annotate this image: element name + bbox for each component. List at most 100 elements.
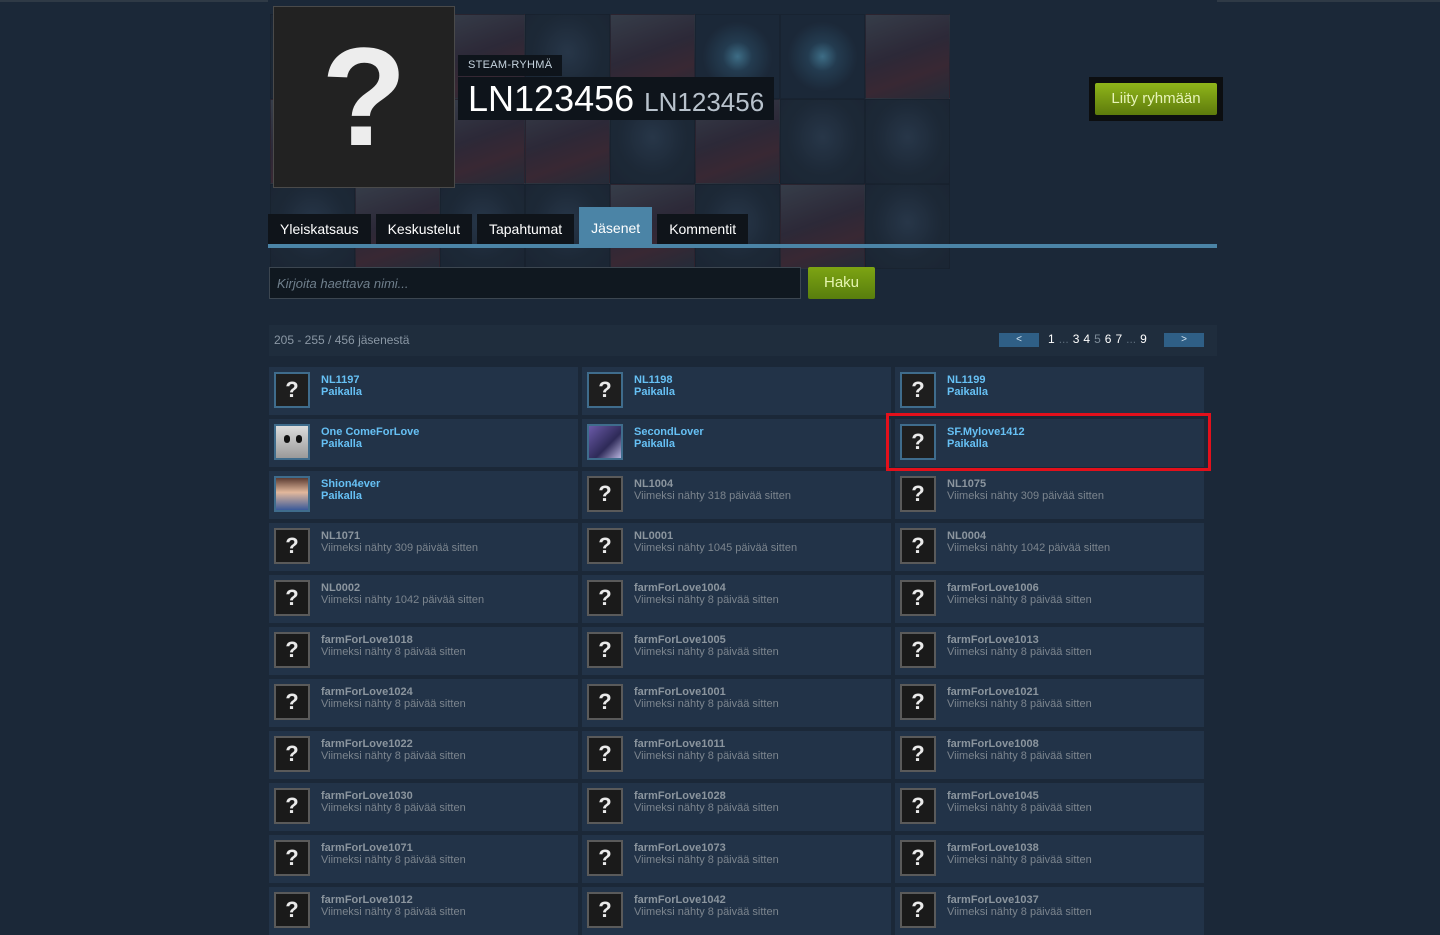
- member-card[interactable]: ? NL1198 Paikalla: [582, 367, 891, 415]
- member-name[interactable]: farmForLove1024: [321, 686, 413, 698]
- page-link[interactable]: 4: [1083, 332, 1090, 346]
- member-name[interactable]: farmForLove1006: [947, 582, 1039, 594]
- member-avatar[interactable]: ?: [587, 372, 623, 408]
- member-name[interactable]: farmForLove1028: [634, 790, 726, 802]
- member-card[interactable]: ? farmForLove1008 Viimeksi nähty 8 päivää …: [895, 731, 1204, 779]
- page-link[interactable]: 9: [1140, 332, 1147, 346]
- member-card[interactable]: ? farmForLove1037 Viimeksi nähty 8 päivää …: [895, 887, 1204, 935]
- member-name[interactable]: farmForLove1001: [634, 686, 726, 698]
- member-name[interactable]: farmForLove1004: [634, 582, 726, 594]
- join-group-button[interactable]: Liity ryhmään: [1095, 83, 1217, 115]
- member-avatar[interactable]: ?: [900, 788, 936, 824]
- member-avatar[interactable]: ?: [274, 580, 310, 616]
- member-card[interactable]: ? farmForLove1011 Viimeksi nähty 8 päivää …: [582, 731, 891, 779]
- member-avatar[interactable]: ?: [587, 840, 623, 876]
- member-name[interactable]: farmForLove1008: [947, 738, 1039, 750]
- member-card[interactable]: ? farmForLove1004 Viimeksi nähty 8 päivää …: [582, 575, 891, 623]
- member-avatar[interactable]: ?: [587, 684, 623, 720]
- member-card[interactable]: ? farmForLove1001 Viimeksi nähty 8 päivää …: [582, 679, 891, 727]
- member-avatar[interactable]: ?: [274, 840, 310, 876]
- member-card[interactable]: ? NL1197 Paikalla: [269, 367, 578, 415]
- member-avatar[interactable]: ?: [274, 788, 310, 824]
- member-name[interactable]: NL0002: [321, 582, 360, 594]
- member-name[interactable]: farmForLove1021: [947, 686, 1039, 698]
- member-name[interactable]: SecondLover: [634, 426, 704, 438]
- member-name[interactable]: NL1071: [321, 530, 360, 542]
- member-card[interactable]: ? farmForLove1042 Viimeksi nähty 8 päivää …: [582, 887, 891, 935]
- member-card[interactable]: ? farmForLove1012 Viimeksi nähty 8 päivää …: [269, 887, 578, 935]
- member-card[interactable]: ? NL1004 Viimeksi nähty 318 päivää sitten: [582, 471, 891, 519]
- member-name[interactable]: farmForLove1038: [947, 842, 1039, 854]
- member-name[interactable]: farmForLove1071: [321, 842, 413, 854]
- page-link[interactable]: 6: [1105, 332, 1112, 346]
- member-name[interactable]: farmForLove1030: [321, 790, 413, 802]
- member-card[interactable]: ? farmForLove1045 Viimeksi nähty 8 päivää …: [895, 783, 1204, 831]
- member-avatar[interactable]: ?: [274, 736, 310, 772]
- member-avatar[interactable]: [587, 424, 623, 460]
- member-avatar[interactable]: ?: [587, 528, 623, 564]
- member-name[interactable]: farmForLove1073: [634, 842, 726, 854]
- tab-overview[interactable]: Yleiskatsaus: [268, 214, 371, 244]
- member-card[interactable]: ? farmForLove1030 Viimeksi nähty 8 päivää …: [269, 783, 578, 831]
- member-avatar[interactable]: ?: [587, 736, 623, 772]
- member-name[interactable]: NL1197: [321, 374, 360, 386]
- member-avatar[interactable]: ?: [900, 424, 936, 460]
- member-card[interactable]: ? NL1199 Paikalla: [895, 367, 1204, 415]
- member-card[interactable]: ? NL0001 Viimeksi nähty 1045 päivää sitten: [582, 523, 891, 571]
- tab-discussions[interactable]: Keskustelut: [375, 214, 472, 244]
- member-name[interactable]: farmForLove1022: [321, 738, 413, 750]
- page-link[interactable]: 3: [1073, 332, 1080, 346]
- member-avatar[interactable]: ?: [900, 476, 936, 512]
- tab-comments[interactable]: Kommentit: [657, 214, 749, 244]
- member-card[interactable]: ? farmForLove1028 Viimeksi nähty 8 päivää …: [582, 783, 891, 831]
- member-avatar[interactable]: ?: [900, 892, 936, 928]
- member-name[interactable]: farmForLove1018: [321, 634, 413, 646]
- member-name[interactable]: farmForLove1042: [634, 894, 726, 906]
- page-link[interactable]: 1: [1048, 332, 1055, 346]
- member-search-input[interactable]: [269, 267, 801, 299]
- member-card[interactable]: ? NL1075 Viimeksi nähty 309 päivää sitten: [895, 471, 1204, 519]
- member-name[interactable]: NL0001: [634, 530, 673, 542]
- member-card[interactable]: ? farmForLove1022 Viimeksi nähty 8 päivää …: [269, 731, 578, 779]
- member-card[interactable]: ? farmForLove1006 Viimeksi nähty 8 päivää …: [895, 575, 1204, 623]
- member-avatar[interactable]: ?: [274, 528, 310, 564]
- member-name[interactable]: farmForLove1045: [947, 790, 1039, 802]
- member-name[interactable]: NL1199: [947, 374, 986, 386]
- member-card[interactable]: ? farmForLove1005 Viimeksi nähty 8 päivää …: [582, 627, 891, 675]
- member-avatar[interactable]: ?: [587, 788, 623, 824]
- member-avatar[interactable]: ?: [274, 892, 310, 928]
- member-card[interactable]: ? farmForLove1071 Viimeksi nähty 8 päivää …: [269, 835, 578, 883]
- member-name[interactable]: farmForLove1013: [947, 634, 1039, 646]
- member-name[interactable]: NL1198: [634, 374, 673, 386]
- member-name[interactable]: farmForLove1005: [634, 634, 726, 646]
- member-card[interactable]: ? NL0002 Viimeksi nähty 1042 päivää sitten: [269, 575, 578, 623]
- member-avatar[interactable]: ?: [587, 632, 623, 668]
- tab-members[interactable]: Jäsenet: [579, 207, 653, 244]
- member-avatar[interactable]: [274, 476, 310, 512]
- member-card[interactable]: Shion4ever Paikalla: [269, 471, 578, 519]
- member-card[interactable]: ? NL1071 Viimeksi nähty 309 päivää sitten: [269, 523, 578, 571]
- member-avatar[interactable]: [274, 424, 310, 460]
- page-link[interactable]: 7: [1115, 332, 1122, 346]
- member-card[interactable]: ? farmForLove1018 Viimeksi nähty 8 päivää …: [269, 627, 578, 675]
- prev-page-button[interactable]: <: [999, 333, 1039, 347]
- member-avatar[interactable]: ?: [900, 736, 936, 772]
- member-name[interactable]: NL1004: [634, 478, 673, 490]
- member-name[interactable]: Shion4ever: [321, 478, 380, 490]
- member-avatar[interactable]: ?: [900, 632, 936, 668]
- member-card[interactable]: ? farmForLove1073 Viimeksi nähty 8 päivää …: [582, 835, 891, 883]
- member-avatar[interactable]: ?: [587, 580, 623, 616]
- member-name[interactable]: farmForLove1011: [634, 738, 725, 750]
- member-name[interactable]: farmForLove1012: [321, 894, 413, 906]
- member-avatar[interactable]: ?: [587, 476, 623, 512]
- member-avatar[interactable]: ?: [274, 684, 310, 720]
- member-card[interactable]: ? NL0004 Viimeksi nähty 1042 päivää sitten: [895, 523, 1204, 571]
- member-card[interactable]: ? farmForLove1038 Viimeksi nähty 8 päivää …: [895, 835, 1204, 883]
- member-name[interactable]: NL0004: [947, 530, 986, 542]
- member-card[interactable]: ? farmForLove1024 Viimeksi nähty 8 päivää …: [269, 679, 578, 727]
- member-avatar[interactable]: ?: [900, 580, 936, 616]
- next-page-button[interactable]: >: [1164, 333, 1204, 347]
- member-name[interactable]: One ComeForLove: [321, 426, 419, 438]
- member-avatar[interactable]: ?: [900, 684, 936, 720]
- member-avatar[interactable]: ?: [900, 840, 936, 876]
